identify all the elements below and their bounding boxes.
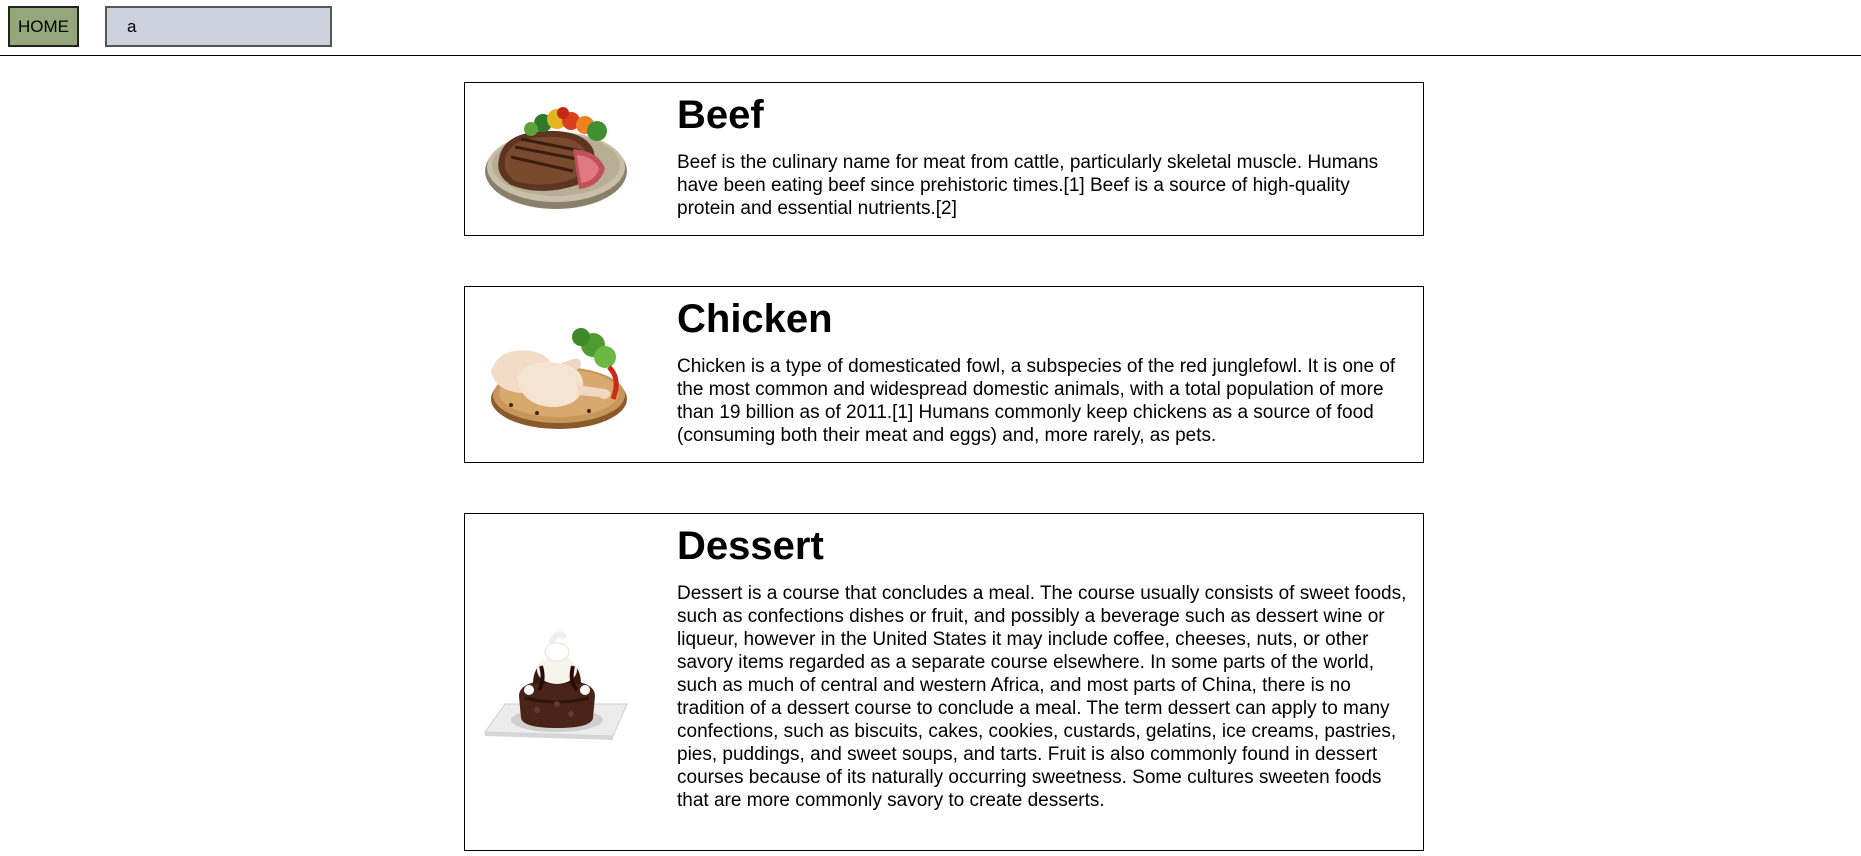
food-card-dessert[interactable]: Dessert Dessert is a course that conclud… [464, 513, 1424, 851]
beef-steak-image [485, 107, 627, 209]
card-title: Chicken [677, 297, 833, 341]
card-description: Dessert is a course that concludes a mea… [677, 583, 1407, 811]
home-button[interactable]: HOME [8, 6, 79, 47]
card-description: Chicken is a type of domesticated fowl, … [677, 356, 1396, 446]
card-title: Beef [677, 93, 764, 137]
food-card-beef[interactable]: Beef Beef is the culinary name for meat … [464, 82, 1424, 236]
food-card-chicken[interactable]: Chicken Chicken is a type of domesticate… [464, 286, 1424, 463]
card-description: Beef is the culinary name for meat from … [677, 152, 1379, 219]
search-input[interactable] [105, 6, 332, 47]
card-content: Beef Beef is the culinary name for meat … [677, 91, 1411, 220]
card-content: Chicken Chicken is a type of domesticate… [677, 295, 1411, 447]
chocolate-cake-image [484, 631, 628, 740]
top-navigation-bar: HOME [0, 0, 1861, 56]
chicken-legs-image [491, 328, 627, 429]
card-content: Dessert Dessert is a course that conclud… [677, 522, 1411, 812]
card-title: Dessert [677, 524, 824, 568]
